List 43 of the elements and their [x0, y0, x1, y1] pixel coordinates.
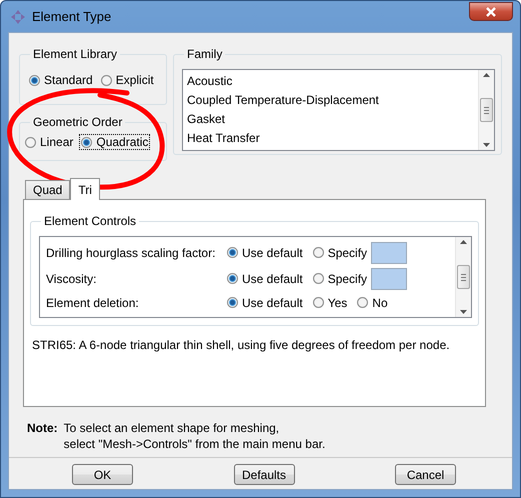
radio-option[interactable]: No [356, 296, 389, 310]
value-field[interactable] [371, 268, 408, 290]
scrollbar[interactable] [478, 70, 494, 150]
scroll-up-icon[interactable] [483, 73, 490, 77]
radio-option[interactable]: Use default [226, 296, 304, 310]
close-icon [485, 6, 497, 16]
radio-option[interactable]: Specify [312, 246, 368, 260]
note-label: Note: [27, 421, 58, 437]
list-item[interactable]: Gasket [187, 110, 474, 129]
group-title: Element Library [32, 47, 118, 61]
group-title: Element Controls [43, 214, 138, 228]
radio-option[interactable]: Explicit [100, 73, 155, 87]
tab[interactable]: Quad [25, 180, 70, 199]
window-title: Element Type [32, 9, 112, 24]
control-label: Drilling hourglass scaling factor: [46, 246, 216, 260]
control-label: Viscosity: [46, 272, 98, 286]
value-field[interactable] [371, 242, 408, 264]
group-title: Family [186, 47, 224, 61]
control-label: Element deletion: [46, 296, 140, 310]
note-text: select "Mesh->Controls" from the main menu bar. [64, 437, 326, 451]
list-item[interactable]: Coupled Temperature-Displacement [187, 91, 474, 110]
note-text: To select an element shape for meshing, [64, 421, 280, 435]
element-description: STRI65: A 6-node triangular thin shell, using five degrees of freedom per node. [32, 338, 451, 352]
radio-option[interactable]: Use default [226, 272, 304, 286]
tab[interactable]: Tri [70, 178, 100, 200]
radio-option[interactable]: Specify [312, 272, 368, 286]
scroll-down-icon[interactable] [483, 143, 490, 147]
radio-option[interactable]: Quadratic [80, 135, 150, 149]
dialog-button[interactable]: Defaults [234, 464, 294, 485]
radio-option[interactable]: Yes [312, 296, 348, 310]
scrollbar[interactable] [455, 237, 471, 317]
dialog-button[interactable]: OK [72, 464, 133, 485]
scroll-down-icon[interactable] [460, 310, 467, 314]
list-item[interactable]: Acoustic [187, 72, 474, 91]
list-item[interactable]: Heat Transfer [187, 129, 474, 148]
radio-option[interactable]: Standard [28, 73, 94, 87]
radio-option[interactable]: Use default [226, 246, 304, 260]
group-title: Geometric Order [32, 115, 124, 129]
scroll-up-icon[interactable] [460, 240, 467, 244]
close-button[interactable] [469, 2, 513, 21]
app-icon [10, 8, 26, 24]
dialog-button[interactable]: Cancel [395, 464, 456, 485]
radio-option[interactable]: Linear [24, 135, 74, 149]
